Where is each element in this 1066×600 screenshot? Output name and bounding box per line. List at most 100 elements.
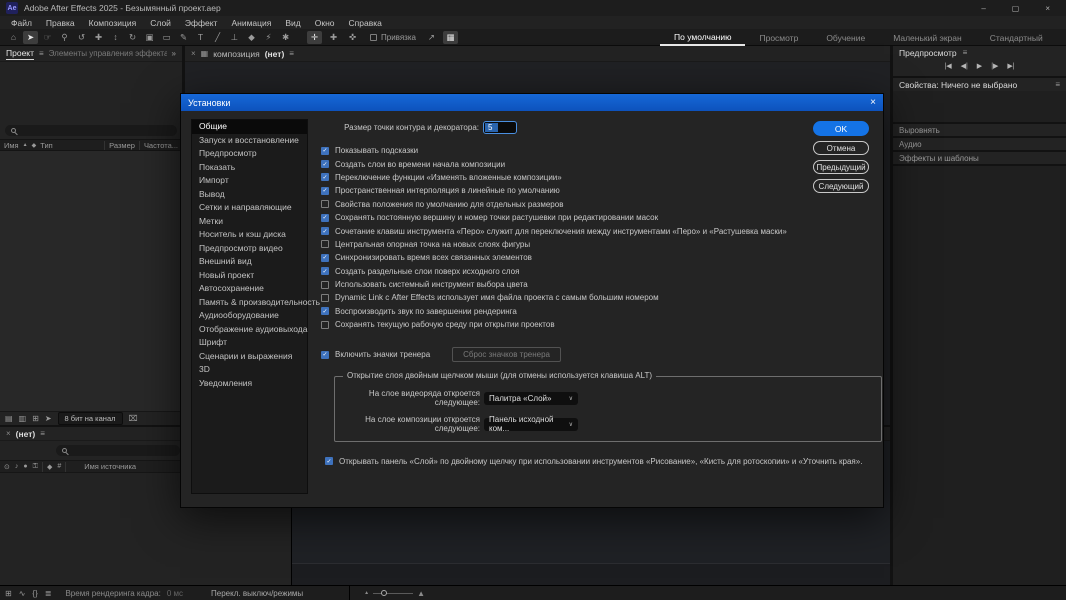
timeline-search-input[interactable] [56,445,180,456]
workspace-tab[interactable]: Обучение [812,29,879,46]
zoom-tool-icon[interactable]: ⚲ [57,31,72,44]
menu-item[interactable]: Окно [308,18,342,28]
menu-item[interactable]: Справка [342,18,389,28]
preference-row[interactable]: Свойства положения по умолчанию для отде… [321,198,803,211]
play-button[interactable]: ▶ [977,62,982,70]
label-color-icon[interactable]: ◆ [47,463,52,471]
preference-row[interactable]: Сохранять текущую рабочую среду при откр… [321,318,803,331]
dialog-sidebar-item[interactable]: Шрифт [192,336,307,350]
sort-arrow-icon[interactable]: ▲ [23,142,28,148]
cancel-button[interactable]: Отмена [813,141,869,155]
expressions-icon[interactable]: {} [32,589,37,598]
panel-align[interactable]: Выровнять [893,124,1066,136]
home-icon[interactable]: ⌂ [6,31,21,44]
close-window-button[interactable]: × [1045,4,1050,13]
dialog-sidebar-item[interactable]: 3D [192,363,307,377]
preference-row[interactable]: Центральная опорная точка на новых слоях… [321,238,803,251]
panel-menu-icon[interactable]: ≡ [1055,80,1060,89]
snap-toggle[interactable]: Привязка [370,33,416,42]
preference-row[interactable]: Создать слои во времени начала композици… [321,157,803,170]
roto-brush-tool-icon[interactable]: ⚡ [261,31,276,44]
menu-item[interactable]: Анимация [224,18,278,28]
open-layer-panel-row[interactable]: Открывать панель «Слой» по двойному щелч… [325,454,862,467]
rotation-tool-icon[interactable]: ↻ [125,31,140,44]
project-settings-icon[interactable]: ➤ [45,414,52,423]
source-name-column[interactable]: Имя источника [84,462,136,471]
checkbox[interactable] [321,146,329,155]
dialog-sidebar-item[interactable]: Метки [192,215,307,229]
tab-composition[interactable]: композиция [213,49,259,59]
tab-timeline[interactable]: (нет) [16,429,36,439]
preference-row[interactable]: Сочетание клавиш инструмента «Перо» служ… [321,224,803,237]
grid-guides-icon[interactable]: ▦ [442,30,458,44]
project-item-list[interactable] [0,151,182,411]
dialog-sidebar-item[interactable]: Аудиооборудование [192,309,307,323]
brush-tool-icon[interactable]: ╱ [210,31,225,44]
audio-icon[interactable]: ♪ [15,463,19,471]
view-axis-icon[interactable]: ✜ [345,31,360,44]
previous-frame-button[interactable]: ◀| [961,62,968,70]
checkbox[interactable] [321,200,329,209]
trainer-checkbox[interactable] [321,350,329,359]
last-frame-button[interactable]: ▶| [1007,62,1014,70]
dialog-sidebar-item[interactable]: Внешний вид [192,255,307,269]
bit-depth-button[interactable]: 8 бит на канал [57,412,123,425]
zoom-in-icon[interactable]: ▲ [417,589,425,598]
dialog-sidebar-item[interactable]: Предпросмотр [192,147,307,161]
dialog-sidebar-item[interactable]: Общие [192,120,307,134]
panel-audio[interactable]: Аудио [893,138,1066,150]
workspace-tab[interactable]: Библиотеки [1057,29,1066,46]
dialog-sidebar-item[interactable]: Носитель и кэш диска [192,228,307,242]
preference-row[interactable]: Создать раздельные слои поверх исходного… [321,265,803,278]
comp-layer-dropdown[interactable]: Панель исходной ком... ∨ [484,415,578,433]
zoom-out-icon[interactable]: ▲ [364,590,369,596]
preference-row[interactable]: Сохранять постоянную вершину и номер точ… [321,211,803,224]
timeline-zoom-slider[interactable]: ▲ ▲ [364,589,425,598]
eraser-tool-icon[interactable]: ◆ [244,31,259,44]
dialog-sidebar-item[interactable]: Отображение аудиовыхода [192,323,307,337]
selection-tool-icon[interactable]: ➤ [23,30,38,44]
hand-tool-icon[interactable]: ☞ [40,31,55,44]
checkbox[interactable] [321,227,329,236]
camera-tool-icon[interactable]: ▣ [142,31,157,44]
close-tab-icon[interactable]: × [6,429,11,438]
checkbox[interactable] [321,293,329,302]
menu-item[interactable]: Слой [143,18,178,28]
reset-trainer-button[interactable]: Сброс значков тренера [452,347,562,363]
type-tool-icon[interactable]: T [193,31,208,44]
preference-row[interactable]: Использовать системный инструмент выбора… [321,278,803,291]
preference-row[interactable]: Пространственная интерполяция в линейные… [321,184,803,197]
column-rate[interactable]: Частота... [144,141,178,150]
menu-item[interactable]: Эффект [178,18,225,28]
checkbox[interactable] [321,267,329,276]
preference-row[interactable]: Dynamic Link с After Effects использует … [321,291,803,304]
panel-effects-presets[interactable]: Эффекты и шаблоны [893,152,1066,164]
menu-item[interactable]: Вид [278,18,307,28]
panel-menu-icon[interactable]: ≡ [963,48,968,57]
dialog-sidebar-item[interactable]: Автосохранение [192,282,307,296]
label-column-icon[interactable]: ◆ [32,142,37,149]
checkbox[interactable] [321,280,329,289]
footage-layer-dropdown[interactable]: Палитра «Слой» ∨ [484,391,578,405]
dialog-sidebar-item[interactable]: Сетки и направляющие [192,201,307,215]
snap-checkbox[interactable] [370,33,377,41]
dialog-sidebar-item[interactable]: Запуск и восстановление [192,134,307,148]
dialog-sidebar-item[interactable]: Вывод [192,188,307,202]
transfer-controls-icon[interactable]: ≣ [45,589,52,598]
workspace-tab[interactable]: Стандартный [976,29,1057,46]
local-axis-icon[interactable]: ✛ [307,30,322,44]
panel-menu-icon[interactable]: ≡ [39,49,44,58]
dialog-sidebar-item[interactable]: Сценарии и выражения [192,350,307,364]
dialog-close-icon[interactable]: × [870,97,876,108]
expand-arrows-icon[interactable]: ↗ [424,31,439,44]
dolly-camera-tool-icon[interactable]: ↕ [108,31,123,44]
clone-stamp-tool-icon[interactable]: ⊥ [227,31,242,44]
toggle-switches-modes-button[interactable]: Перекл. выключ/режимы [211,589,303,598]
timeline-scroll-area[interactable] [292,563,890,585]
new-composition-icon[interactable]: ⊞ [32,414,39,423]
preference-row[interactable]: Синхронизировать время всех связанных эл… [321,251,803,264]
checkbox[interactable] [321,307,329,316]
comp-mini-flowchart-icon[interactable]: ⊞ [5,589,12,598]
restore-button[interactable]: ▢ [1012,4,1020,13]
workspace-tab[interactable]: Маленький экран [879,29,976,46]
